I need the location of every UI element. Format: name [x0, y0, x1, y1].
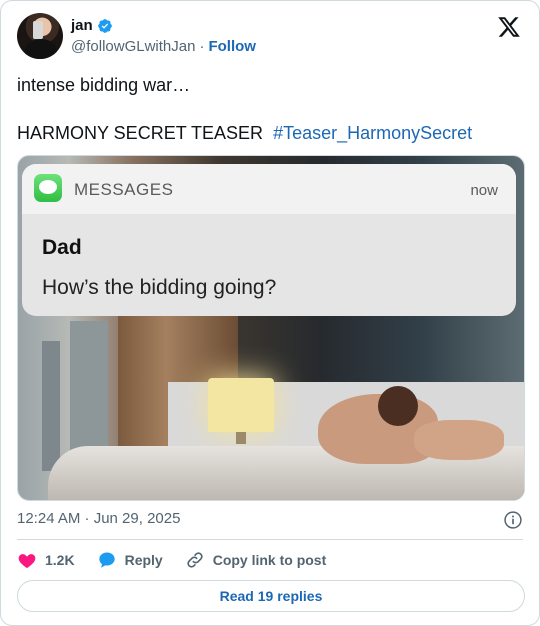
message-notification: MESSAGES now Dad How’s the bidding going…	[22, 164, 516, 316]
like-count: 1.2K	[45, 552, 75, 568]
link-icon	[187, 552, 203, 568]
tweet-line-2-text: HARMONY SECRET TEASER	[17, 123, 264, 143]
copy-link-button[interactable]: Copy link to post	[185, 550, 327, 570]
verified-badge-icon	[97, 18, 112, 33]
x-logo-icon[interactable]	[497, 15, 521, 39]
notification-time: now	[470, 182, 498, 199]
tweet-text: intense bidding war… HARMONY SECRET TEAS…	[17, 73, 525, 145]
read-replies-button[interactable]: Read 19 replies	[17, 580, 525, 612]
tweet-line-1: intense bidding war…	[17, 75, 191, 95]
notification-message: How’s the bidding going?	[42, 276, 277, 299]
display-name[interactable]: jan	[71, 17, 93, 34]
notification-app-name: MESSAGES	[74, 180, 174, 199]
reply-button[interactable]: Reply	[97, 550, 163, 570]
info-icon[interactable]	[503, 510, 523, 530]
copy-link-label: Copy link to post	[212, 552, 327, 568]
divider	[17, 539, 523, 540]
notification-sender: Dad	[42, 236, 82, 259]
action-bar: 1.2K Reply Copy link to post	[17, 549, 326, 571]
tweet-media[interactable]: MESSAGES now Dad How’s the bidding going…	[17, 155, 525, 501]
tweet-line-2: HARMONY SECRET TEASER #Teaser_HarmonySec…	[17, 121, 525, 145]
tweet-card: jan @followGLwithJan · Follow intense bi…	[0, 0, 540, 626]
user-handle[interactable]: @followGLwithJan	[71, 38, 195, 55]
tweet-header: jan @followGLwithJan · Follow	[17, 13, 523, 61]
lamp	[208, 378, 274, 432]
separator: ·	[199, 38, 205, 55]
name-row: jan	[71, 17, 113, 34]
heart-icon	[18, 554, 36, 568]
reply-label: Reply	[124, 552, 163, 568]
messages-app-icon	[34, 174, 62, 202]
follow-button[interactable]: Follow	[208, 38, 256, 55]
tweet-timestamp[interactable]: 12:24 AM · Jun 29, 2025	[17, 510, 180, 527]
avatar[interactable]	[17, 13, 63, 59]
handle-row: @followGLwithJan · Follow	[71, 38, 256, 55]
like-button[interactable]: 1.2K	[17, 550, 75, 570]
reply-bubble-icon	[98, 552, 115, 568]
hashtag-link[interactable]: #Teaser_HarmonySecret	[273, 123, 472, 143]
